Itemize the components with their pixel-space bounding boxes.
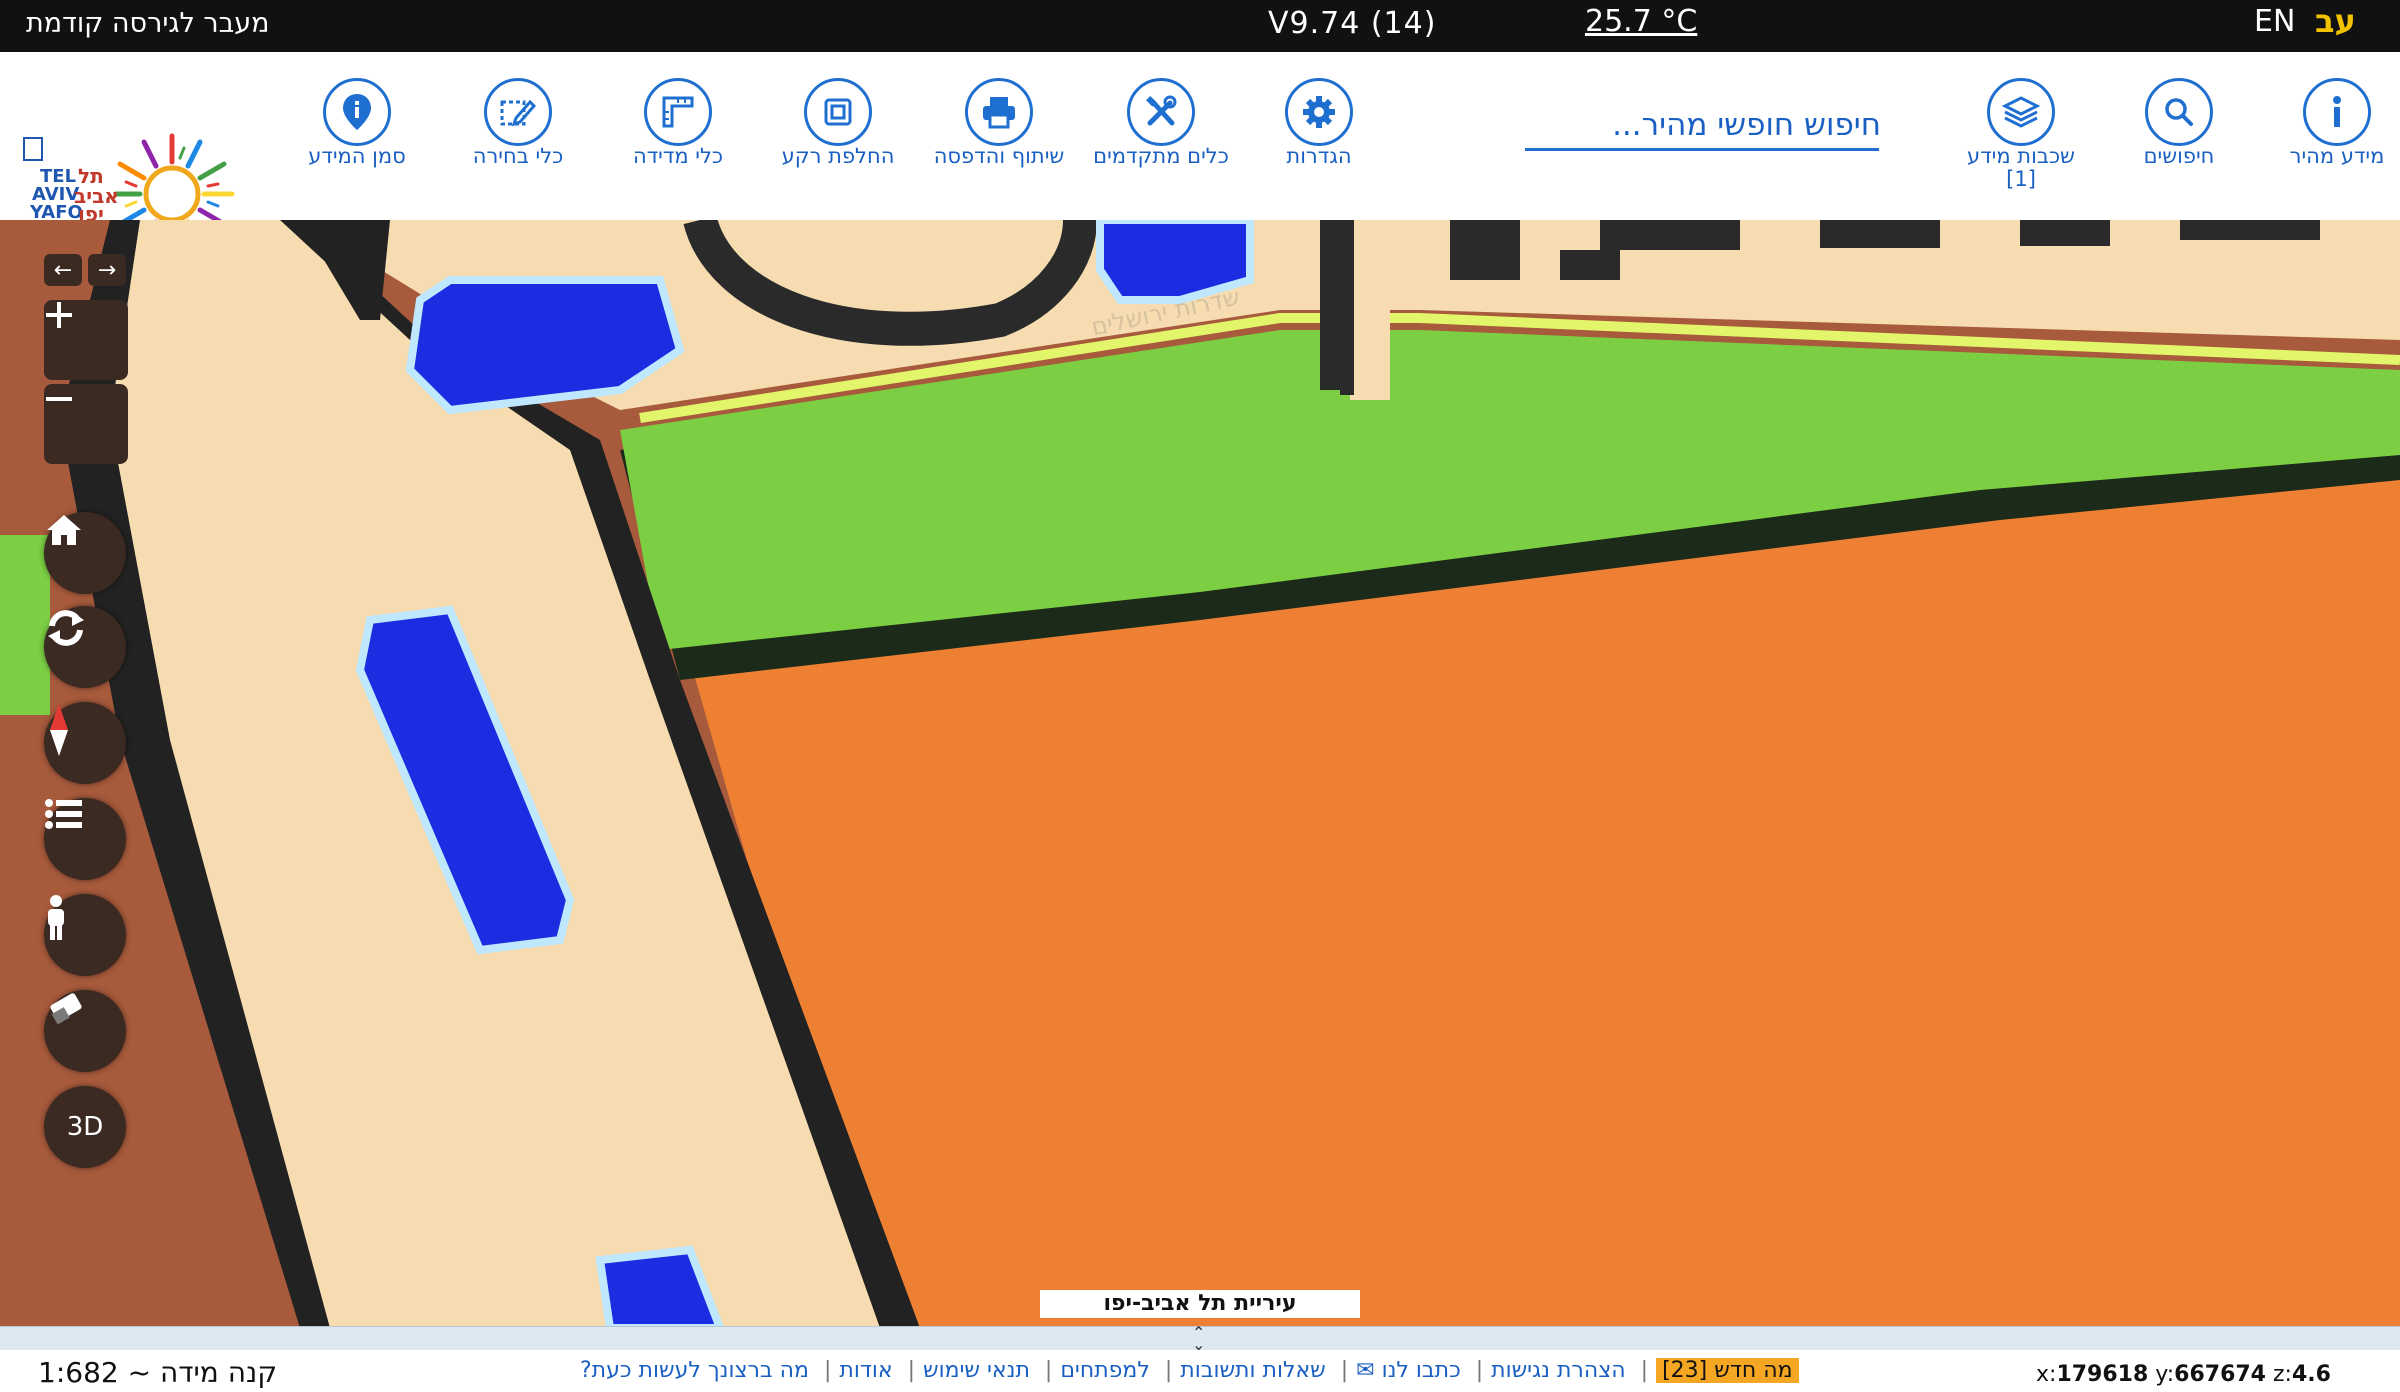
share-print-button[interactable]: שיתוף והדפסה <box>924 78 1074 169</box>
layers-copy-icon <box>804 78 872 146</box>
measure-tools-button[interactable]: כלי מדידה <box>603 78 753 169</box>
layers-stack-icon <box>1987 78 2055 146</box>
info-icon <box>2303 78 2371 146</box>
advanced-tools-button[interactable]: כלים מתקדמים <box>1086 78 1236 169</box>
measure-tools-label: כלי מדידה <box>632 144 724 168</box>
language-english[interactable]: EN <box>2254 4 2295 39</box>
tools-wrench-icon <box>1127 78 1195 146</box>
eraser-button[interactable] <box>44 990 126 1072</box>
three-d-button[interactable]: 3D <box>44 1086 126 1168</box>
contact-us-link[interactable]: כתבו לנו ✉ <box>1356 1358 1461 1383</box>
terms-of-use-link[interactable]: תנאי שימוש <box>923 1358 1030 1383</box>
list-icon <box>45 799 82 829</box>
x-value: 179618 <box>2056 1362 2149 1387</box>
minus-icon <box>46 397 72 401</box>
footer-bar: קנה מידה ~ 1:682 מה חדש [23]| הצהרת נגיש… <box>0 1350 2400 1392</box>
info-layers-count: [1] <box>2006 167 2036 191</box>
previous-extent-button[interactable]: ← <box>44 254 82 286</box>
map-graphic <box>0 220 2400 1328</box>
map-pin-icon <box>323 78 391 146</box>
printer-icon <box>965 78 1033 146</box>
language-hebrew[interactable]: עב <box>2315 2 2356 40</box>
search-icon <box>2145 78 2213 146</box>
coordinates-display: x:179618 y:667674 z:4.6 <box>2036 1362 2331 1387</box>
gear-icon <box>1285 78 1353 146</box>
settings-label: הגדרות <box>1286 144 1352 168</box>
map-canvas[interactable]: שדרות ירושלים ← → 3D עיריית תל אביב-יפו <box>0 220 2400 1328</box>
info-layers-label: שכבות מידע <box>1967 144 2075 168</box>
version-label: V9.74 (14) <box>1268 6 1437 41</box>
info-marker-button[interactable]: סמן המידע <box>282 78 432 169</box>
whats-new-link[interactable]: מה חדש [23] <box>1656 1358 1799 1383</box>
searches-label: חיפושים <box>2143 144 2215 168</box>
street-view-button[interactable] <box>44 894 126 976</box>
compass-button[interactable] <box>44 702 126 784</box>
selection-tools-label: כלי בחירה <box>472 144 564 168</box>
basemap-switch-label: החלפת רקע <box>781 144 895 168</box>
settings-button[interactable]: הגדרות <box>1244 78 1394 169</box>
quick-search <box>1525 104 1883 151</box>
bottom-panel-handle[interactable]: ⌃ ⌄ <box>0 1323 2400 1354</box>
arrow-right-icon: → <box>97 257 117 283</box>
quick-search-input[interactable] <box>1525 104 1883 146</box>
selection-tools-button[interactable]: כלי בחירה <box>443 78 593 169</box>
home-button[interactable] <box>44 512 126 594</box>
refresh-button[interactable] <box>44 606 126 688</box>
z-value: 4.6 <box>2291 1362 2331 1387</box>
footer-links: מה חדש [23]| הצהרת נגישות| כתבו לנו ✉| ש… <box>580 1358 1799 1383</box>
chevron-up-down-icon: ⌃ ⌄ <box>1192 1323 1206 1354</box>
top-bar: מעבר לגירסה קודמת V9.74 (14) 25.7 °C EN … <box>0 0 2400 52</box>
zoom-out-button[interactable] <box>44 384 128 464</box>
temperature-link[interactable]: 25.7 °C <box>1585 4 1697 39</box>
about-link[interactable]: אודות <box>839 1358 892 1383</box>
legend-list-button[interactable] <box>44 798 126 880</box>
accessibility-statement-link[interactable]: הצהרת נגישות <box>1491 1358 1626 1383</box>
share-print-label: שיתוף והדפסה <box>933 144 1065 168</box>
arrow-left-icon: ← <box>53 257 73 283</box>
y-label: y: <box>2155 1362 2175 1387</box>
next-extent-button[interactable]: → <box>88 254 126 286</box>
y-value: 667674 <box>2174 1362 2266 1387</box>
city-copyright-label: עיריית תל אביב-יפו <box>1040 1290 1360 1318</box>
compass-icon <box>50 704 68 756</box>
previous-version-link[interactable]: מעבר לגירסה קודמת <box>26 8 270 39</box>
eraser-icon <box>50 993 82 1025</box>
refresh-icon <box>48 610 84 646</box>
home-icon <box>47 515 81 545</box>
zoom-in-button[interactable] <box>44 300 128 380</box>
plus-icon <box>46 302 72 328</box>
main-toolbar: TEL AVIV YAFO תל אביב יפו סמן המידע כלי … <box>0 52 2400 253</box>
developers-link[interactable]: למפתחים <box>1060 1358 1150 1383</box>
advanced-tools-label: כלים מתקדמים <box>1093 144 1229 168</box>
basemap-switch-button[interactable]: החלפת רקע <box>763 78 913 169</box>
select-edit-icon <box>484 78 552 146</box>
info-layers-button[interactable]: שכבות מידע [1] <box>1946 78 2096 192</box>
quick-info-button[interactable]: מידע מהיר <box>2262 78 2400 169</box>
person-icon <box>48 895 64 940</box>
x-label: x: <box>2036 1362 2057 1387</box>
quick-info-label: מידע מהיר <box>2289 144 2385 168</box>
searches-button[interactable]: חיפושים <box>2104 78 2254 169</box>
z-label: z: <box>2273 1362 2292 1387</box>
what-to-do-link[interactable]: מה ברצונך לעשות כעת? <box>580 1358 809 1383</box>
faq-link[interactable]: שאלות ותשובות <box>1180 1358 1325 1383</box>
ruler-icon <box>644 78 712 146</box>
scale-display: קנה מידה ~ 1:682 <box>38 1356 278 1389</box>
info-marker-label: סמן המידע <box>308 144 406 168</box>
